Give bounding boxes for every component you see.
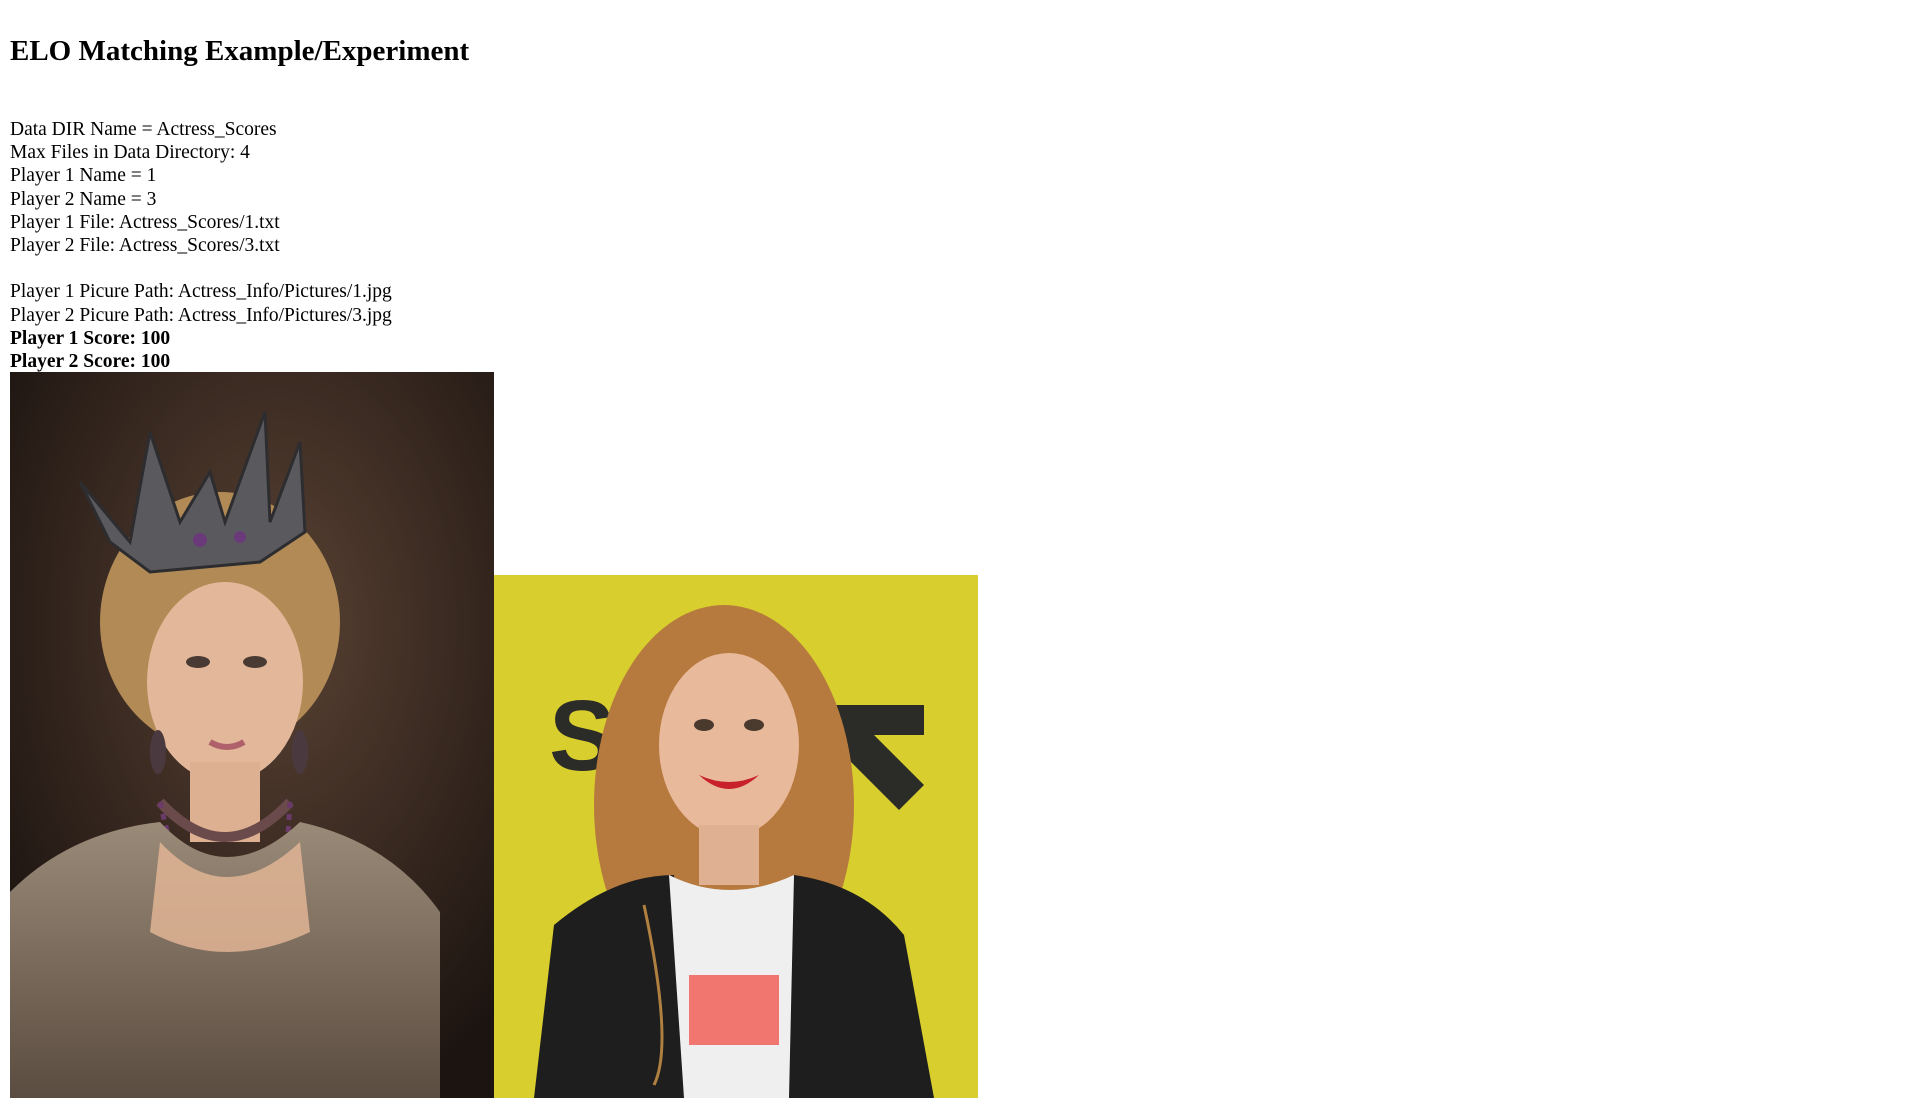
actress-photo-1-icon xyxy=(10,372,494,1098)
player2-score: Player 2 Score: 100 xyxy=(10,350,171,372)
player1-name-line: Player 1 Name = 1 xyxy=(10,165,157,187)
player1-picture[interactable] xyxy=(10,372,494,1098)
player1-file-line: Player 1 File: Actress_Scores/1.txt xyxy=(10,211,280,233)
player2-picture[interactable]: SX xyxy=(494,575,978,1098)
actress-photo-3-icon: SX xyxy=(494,575,978,1098)
player2-file-line: Player 2 File: Actress_Scores/3.txt xyxy=(10,234,280,256)
data-dir-line: Data DIR Name = Actress_Scores xyxy=(10,119,277,140)
player2-picture-line: Player 2 Picure Path: Actress_Info/Pictu… xyxy=(10,304,392,326)
player1-picture-line: Player 1 Picure Path: Actress_Info/Pictu… xyxy=(10,281,392,303)
max-files-line: Max Files in Data Directory: 4 xyxy=(10,142,250,164)
player-pictures: SX xyxy=(10,372,980,1098)
info-block: Data DIR Name = Actress_Scores Max Files… xyxy=(10,118,392,373)
player2-name-line: Player 2 Name = 3 xyxy=(10,188,157,210)
page-title: ELO Matching Example/Experiment xyxy=(10,35,470,67)
player1-score: Player 1 Score: 100 xyxy=(10,327,171,349)
